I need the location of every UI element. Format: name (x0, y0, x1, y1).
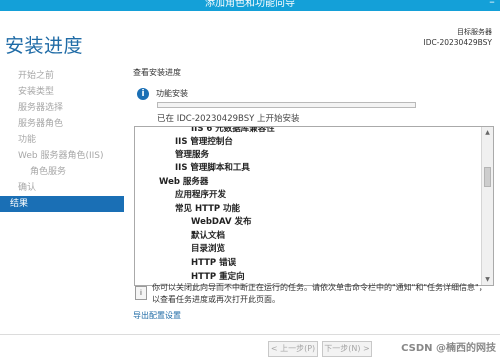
minimize-button[interactable]: – (485, 0, 499, 7)
nav-item-before-you-begin: 开始之前 (18, 71, 55, 81)
feature-item: Web 服务器 (159, 177, 209, 187)
feature-item: WebDAV 发布 (191, 217, 252, 227)
nav-item-installation-type: 安装类型 (18, 87, 55, 97)
footer-divider (0, 334, 500, 335)
scroll-up-arrow-icon[interactable]: ▲ (482, 127, 493, 138)
previous-button[interactable]: < 上一步(P) (268, 341, 318, 357)
feature-item: IIS 管理控制台 (175, 137, 233, 147)
nav-item-web-server-role: Web 服务器角色(IIS) (18, 151, 104, 161)
nav-item-features: 功能 (18, 135, 37, 145)
feature-item: HTTP 错误 (191, 258, 237, 268)
feature-list-scrollbar[interactable]: ▲ ▼ (481, 127, 493, 285)
next-button[interactable]: 下一步(N) > (322, 341, 372, 357)
feature-item: 管理服务 (175, 150, 210, 160)
install-progress-bar (157, 102, 416, 108)
wizard-sidebar: 开始之前 安装类型 服务器选择 服务器角色 功能 Web 服务器角色(IIS) … (0, 64, 124, 324)
feature-item: 常见 HTTP 功能 (175, 204, 241, 214)
info-icon: i (137, 88, 149, 100)
feature-item: 默认文档 (191, 231, 226, 241)
watermark-text: CSDN @楠西的网技 (401, 343, 496, 354)
feature-list[interactable]: IIS 6 元数据库兼容性 IIS 管理控制台 管理服务 IIS 管理脚本和工具… (134, 126, 494, 286)
page-title: 安装进度 (5, 35, 84, 57)
feature-item: IIS 管理脚本和工具 (175, 163, 250, 173)
section-label: 查看安装进度 (133, 68, 181, 77)
target-server-name: IDC-20230429BSY (423, 38, 492, 47)
scrollbar-thumb[interactable] (484, 167, 491, 187)
feature-item: IIS 6 元数据库兼容性 (191, 126, 275, 134)
export-config-link[interactable]: 导出配置设置 (133, 310, 181, 321)
install-status-text: 已在 IDC-20230429BSY 上开始安装 (157, 114, 300, 124)
nav-item-server-roles: 服务器角色 (18, 119, 64, 129)
window-title: 添加角色和功能向导 (205, 0, 295, 9)
note-page-icon: i (135, 286, 147, 300)
close-wizard-note: 你可以关闭此向导而不中断正在运行的任务。请依次单击命令栏中的"通知"和"任务详细… (152, 283, 487, 304)
feature-item: 应用程序开发 (175, 190, 227, 200)
nav-item-results[interactable]: 结果 (0, 196, 124, 212)
feature-item: 目录浏览 (191, 244, 226, 254)
nav-item-confirmation: 确认 (18, 183, 37, 193)
target-server-label: 目标服务器 (457, 28, 492, 36)
page-header: 安装进度 目标服务器 IDC-20230429BSY (0, 11, 500, 61)
feature-installation-title: 功能安装 (156, 89, 188, 98)
nav-item-role-services: 角色服务 (30, 167, 67, 177)
main-panel: 查看安装进度 i 功能安装 已在 IDC-20230429BSY 上开始安装 I… (124, 64, 500, 334)
wizard-footer: < 上一步(P) 下一步(N) > CSDN @楠西的网技 (0, 336, 500, 360)
window-titlebar: 添加角色和功能向导 – (0, 0, 500, 11)
nav-item-server-selection: 服务器选择 (18, 103, 64, 113)
